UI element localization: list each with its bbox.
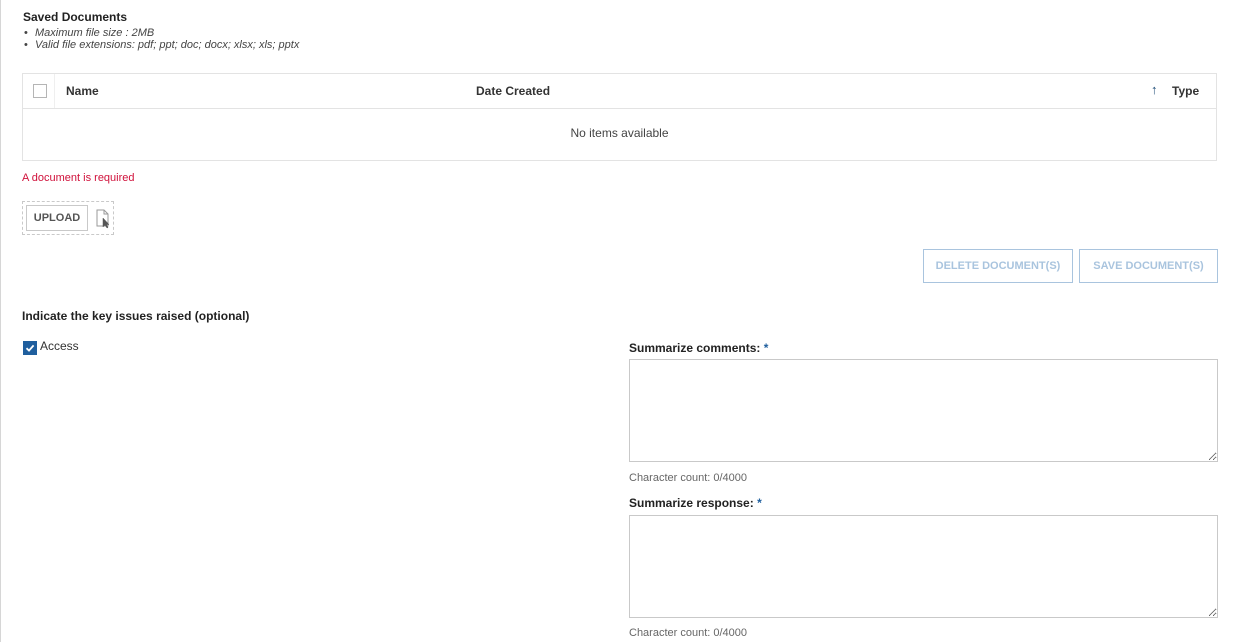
comments-character-count: Character count: 0/4000 bbox=[629, 472, 748, 484]
access-checkbox-label[interactable]: Access bbox=[40, 339, 79, 353]
upload-button[interactable]: UPLOAD bbox=[26, 205, 88, 231]
summarize-comments-label-text: Summarize comments: bbox=[629, 341, 761, 355]
summarize-comments-label: Summarize comments: * bbox=[629, 341, 768, 355]
upload-rules-list: Maximum file size : 2MB Valid file exten… bbox=[23, 27, 299, 51]
required-asterisk: * bbox=[757, 496, 762, 510]
documents-grid: Name Date Created ↑ Type No items availa… bbox=[22, 73, 1217, 161]
column-header-type[interactable]: Type bbox=[1172, 84, 1199, 98]
saved-documents-title: Saved Documents bbox=[23, 10, 128, 24]
delete-documents-button[interactable]: DELETE DOCUMENT(S) bbox=[923, 249, 1073, 283]
summarize-response-textarea[interactable] bbox=[629, 515, 1218, 618]
response-character-count: Character count: 0/4000 bbox=[629, 627, 748, 639]
summarize-response-label: Summarize response: * bbox=[629, 496, 762, 510]
max-size-note: Maximum file size : 2MB bbox=[24, 27, 299, 39]
extensions-note: Valid file extensions: pdf; ppt; doc; do… bbox=[24, 39, 299, 51]
checkmark-icon bbox=[25, 344, 35, 352]
grid-header: Name Date Created ↑ Type bbox=[23, 74, 1216, 109]
document-required-error: A document is required bbox=[22, 172, 135, 184]
select-all-checkbox[interactable] bbox=[33, 84, 47, 98]
required-asterisk: * bbox=[763, 341, 769, 355]
access-checkbox[interactable] bbox=[23, 341, 37, 355]
save-documents-button[interactable]: SAVE DOCUMENT(S) bbox=[1079, 249, 1218, 283]
column-header-date-created[interactable]: Date Created bbox=[476, 84, 550, 98]
sort-ascending-icon[interactable]: ↑ bbox=[1151, 82, 1158, 97]
file-select-icon[interactable] bbox=[95, 209, 111, 229]
summarize-comments-textarea[interactable] bbox=[629, 359, 1218, 462]
key-issues-title: Indicate the key issues raised (optional… bbox=[22, 309, 250, 323]
column-header-name[interactable]: Name bbox=[66, 84, 99, 98]
upload-dropzone[interactable]: UPLOAD bbox=[22, 201, 114, 235]
grid-empty-message: No items available bbox=[570, 126, 669, 140]
summarize-response-label-text: Summarize response: bbox=[629, 496, 754, 510]
page-left-border bbox=[0, 0, 1, 642]
column-divider bbox=[54, 74, 55, 108]
